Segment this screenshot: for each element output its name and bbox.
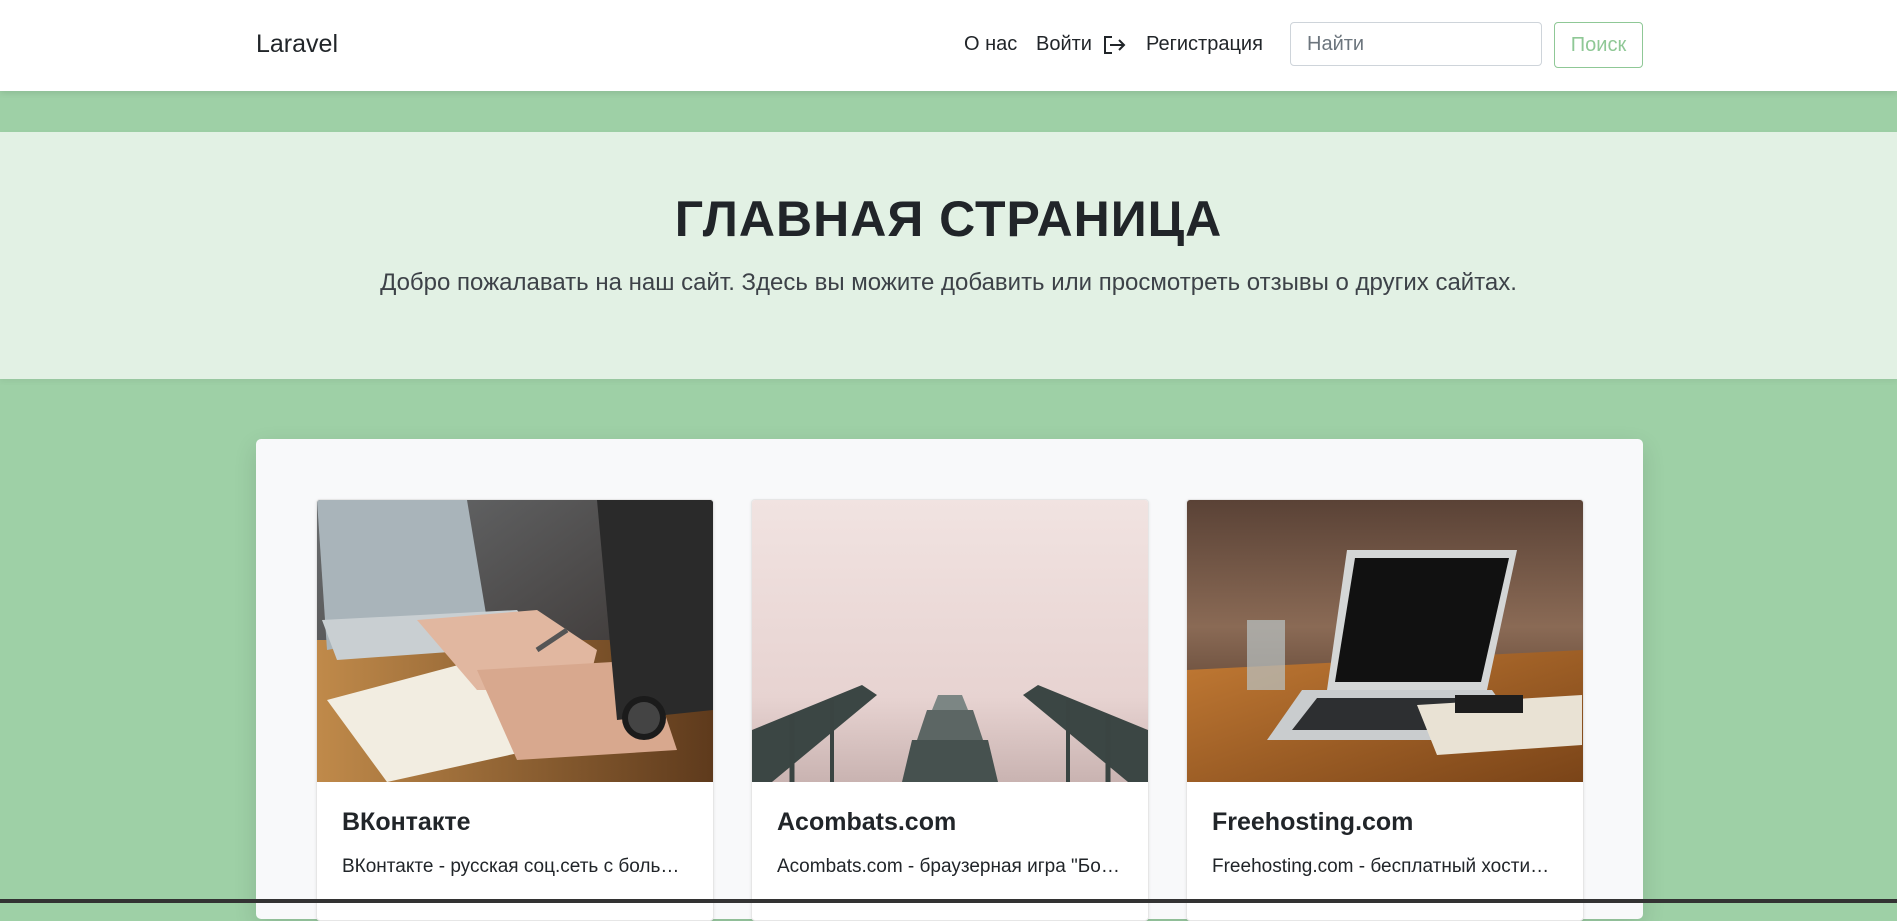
nav-link-about[interactable]: О нас — [964, 33, 1017, 56]
search-button[interactable]: Поиск — [1554, 22, 1643, 68]
card-image-hands-writing — [317, 500, 713, 782]
card-title[interactable]: Acombats.com — [777, 808, 956, 837]
brand-logo-link[interactable]: Laravel — [256, 30, 338, 59]
page-subtitle: Добро пожалавать на наш сайт. Здесь вы м… — [380, 269, 1517, 296]
cards-panel: ВКонтакте ВКонтакте - русская соц.сеть с… — [256, 439, 1643, 921]
hero-jumbotron: ГЛАВНАЯ СТРАНИЦА Добро пожалавать на наш… — [0, 132, 1897, 379]
window-bottom-edge — [0, 899, 1897, 903]
nav-link-login[interactable]: Войти — [1036, 33, 1128, 56]
nav-link-register[interactable]: Регистрация — [1146, 33, 1263, 56]
card-title[interactable]: ВКонтакте — [342, 808, 471, 837]
card-image-laptop-on-table — [1187, 500, 1583, 782]
site-card[interactable]: Freehosting.com Freehosting.com - беспла… — [1186, 499, 1584, 921]
card-image-foggy-stairs — [752, 500, 1148, 782]
login-arrow-icon — [1102, 34, 1128, 56]
nav-link-login-label: Войти — [1036, 33, 1092, 55]
site-card[interactable]: ВКонтакте ВКонтакте - русская соц.сеть с… — [316, 499, 714, 921]
card-text: Freehosting.com - бесплатный хостинг для… — [1212, 856, 1558, 877]
navbar: Laravel О нас Войти Регистрация Поиск — [0, 0, 1897, 91]
page-title: ГЛАВНАЯ СТРАНИЦА — [674, 191, 1223, 247]
card-text: ВКонтакте - русская соц.сеть с большим к… — [342, 856, 688, 877]
site-card[interactable]: Acombats.com Acombats.com - браузерная и… — [751, 499, 1149, 921]
search-input[interactable] — [1290, 22, 1542, 66]
card-text: Acombats.com - браузерная игра "Бойцовск… — [777, 856, 1123, 877]
card-title[interactable]: Freehosting.com — [1212, 808, 1413, 837]
